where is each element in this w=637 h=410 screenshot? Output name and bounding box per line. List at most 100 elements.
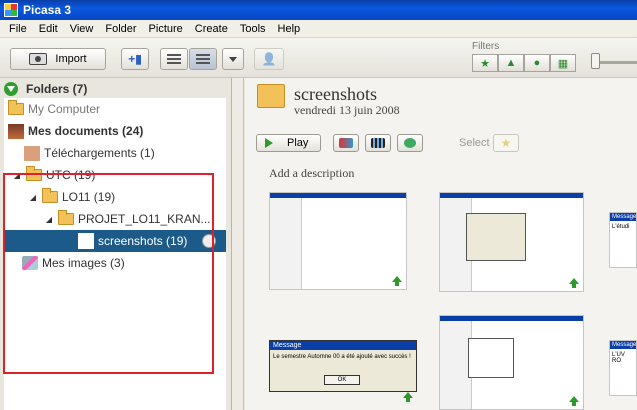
ok-button: OK [324, 375, 360, 385]
share-icon[interactable] [569, 278, 579, 288]
dialog-text: L'étudi [612, 224, 630, 230]
photo-thumbnail[interactable] [439, 192, 584, 292]
collapse-arrow-icon[interactable] [4, 82, 18, 96]
album-view: screenshots vendredi 13 juin 2008 Play S… [245, 78, 637, 410]
view-dropdown-button[interactable] [222, 48, 244, 70]
dialog-title: Message [610, 213, 637, 221]
camera-icon [29, 53, 48, 65]
folder-panel-scrollbar[interactable] [232, 78, 244, 410]
menu-help[interactable]: Help [272, 20, 307, 38]
menu-create[interactable]: Create [189, 20, 234, 38]
people-filter-button[interactable]: ● [524, 54, 550, 72]
downloads-icon [24, 145, 40, 161]
tree-item-screenshots[interactable]: screenshots (19) [4, 230, 226, 252]
tree-list-icon [196, 54, 210, 64]
share-icon[interactable] [403, 392, 413, 402]
collage-button[interactable] [333, 134, 359, 152]
folders-header[interactable]: Folders (7) [4, 80, 230, 98]
photo-thumbnail[interactable] [439, 315, 584, 410]
play-button[interactable]: Play [256, 134, 321, 152]
globe-icon [404, 138, 416, 148]
menu-tools[interactable]: Tools [234, 20, 272, 38]
chevron-down-icon [229, 56, 237, 62]
tree-item-utc[interactable]: ◢ UTC (19) [4, 164, 226, 186]
menu-view[interactable]: View [64, 20, 100, 38]
album-title: screenshots [294, 84, 377, 104]
menu-picture[interactable]: Picture [143, 20, 189, 38]
album-description[interactable]: Add a description [269, 166, 354, 181]
album-folder-icon [257, 84, 285, 108]
message-dialog: Message Le semestre Automne 00 a été ajo… [269, 340, 417, 392]
menu-file[interactable]: File [3, 20, 33, 38]
add-to-album-button[interactable]: +▮ [121, 48, 149, 70]
folder-tree: My Computer Mes documents (24) Télécharg… [4, 98, 226, 410]
share-icon[interactable] [569, 396, 579, 406]
tree-item-label: My Computer [28, 102, 101, 116]
tree-item-label: LO11 (19) [62, 190, 116, 204]
dialog-text: L'UV RO [612, 352, 625, 364]
star-filter-button[interactable]: ★ [472, 54, 498, 72]
menu-bar: File Edit View Folder Picture Create Too… [0, 20, 637, 38]
upload-icon[interactable] [202, 234, 216, 248]
images-icon [22, 256, 38, 270]
expand-arrow-icon[interactable]: ◢ [12, 171, 22, 180]
filters-label: Filters [472, 41, 500, 52]
dialog-preview [468, 338, 514, 378]
expand-arrow-icon[interactable]: ◢ [44, 215, 54, 224]
avatar-icon [8, 123, 24, 139]
import-label: Import [55, 53, 87, 65]
photo-thumbnail[interactable]: Message Le semestre Automne 00 a été ajo… [269, 340, 417, 410]
tree-item-projet-lo11[interactable]: ◢ PROJET_LO11_KRAN... [4, 208, 226, 230]
dialog-title: Message [270, 341, 416, 350]
share-icon[interactable] [392, 276, 402, 286]
picasa-logo-icon [4, 3, 18, 17]
filters-group: ★ ▲ ● ▦ [472, 54, 576, 72]
dialog-message: Le semestre Automne 00 a été ajouté avec… [273, 354, 411, 360]
list-view-button[interactable] [160, 48, 188, 70]
filter-slider-handle[interactable] [591, 53, 600, 69]
tree-item-label: Téléchargements (1) [44, 146, 155, 160]
movie-filter-button[interactable]: ▦ [550, 54, 576, 72]
select-starred-button[interactable]: ★ [493, 134, 519, 152]
geotag-button[interactable] [397, 134, 423, 152]
tree-view-button[interactable] [189, 48, 217, 70]
album-date: vendredi 13 juin 2008 [294, 103, 400, 117]
upload-filter-button[interactable]: ▲ [498, 54, 524, 72]
tree-item-mes-images[interactable]: Mes images (3) [4, 252, 226, 274]
people-button[interactable]: 👤 [254, 48, 284, 70]
folder-icon [42, 188, 58, 203]
tree-item-lo11[interactable]: ◢ LO11 (19) [4, 186, 226, 208]
folder-icon [8, 100, 24, 115]
dialog-preview [466, 213, 526, 261]
select-label: Select [459, 137, 490, 149]
play-label: Play [287, 137, 309, 149]
title-bar: Picasa 3 [0, 0, 637, 20]
dialog-title: Message [610, 341, 637, 349]
tree-item-label: UTC (19) [46, 168, 96, 182]
expand-arrow-icon[interactable]: ◢ [28, 193, 38, 202]
filter-slider-track[interactable] [596, 61, 637, 64]
import-button[interactable]: Import [10, 48, 106, 70]
tree-item-my-computer[interactable]: My Computer [4, 98, 226, 120]
folders-title: Folders (7) [26, 82, 88, 96]
film-icon [371, 138, 385, 148]
tree-item-telechargements[interactable]: Téléchargements (1) [4, 142, 226, 164]
collage-icon [339, 138, 353, 148]
photo-thumbnail[interactable]: Message L'UV RO [609, 340, 637, 396]
menu-edit[interactable]: Edit [33, 20, 64, 38]
window-title: Picasa 3 [23, 3, 72, 17]
tree-item-label: Mes images (3) [42, 256, 125, 270]
play-icon [265, 138, 273, 148]
tree-item-label: Mes documents (24) [28, 124, 144, 138]
photo-thumbnail[interactable] [269, 192, 407, 290]
tree-item-mes-documents[interactable]: Mes documents (24) [4, 120, 226, 142]
folder-icon [58, 210, 74, 225]
menu-folder[interactable]: Folder [99, 20, 142, 38]
list-icon [167, 54, 181, 64]
tree-item-label: PROJET_LO11_KRAN... [78, 212, 211, 226]
tree-item-label: screenshots (19) [98, 234, 188, 248]
photo-thumbnail[interactable]: Message L'étudi [609, 212, 637, 268]
movie-button[interactable] [365, 134, 391, 152]
thumbnail-icon [78, 233, 94, 249]
folder-panel: Folders (7) My Computer Mes documents (2… [0, 78, 232, 410]
